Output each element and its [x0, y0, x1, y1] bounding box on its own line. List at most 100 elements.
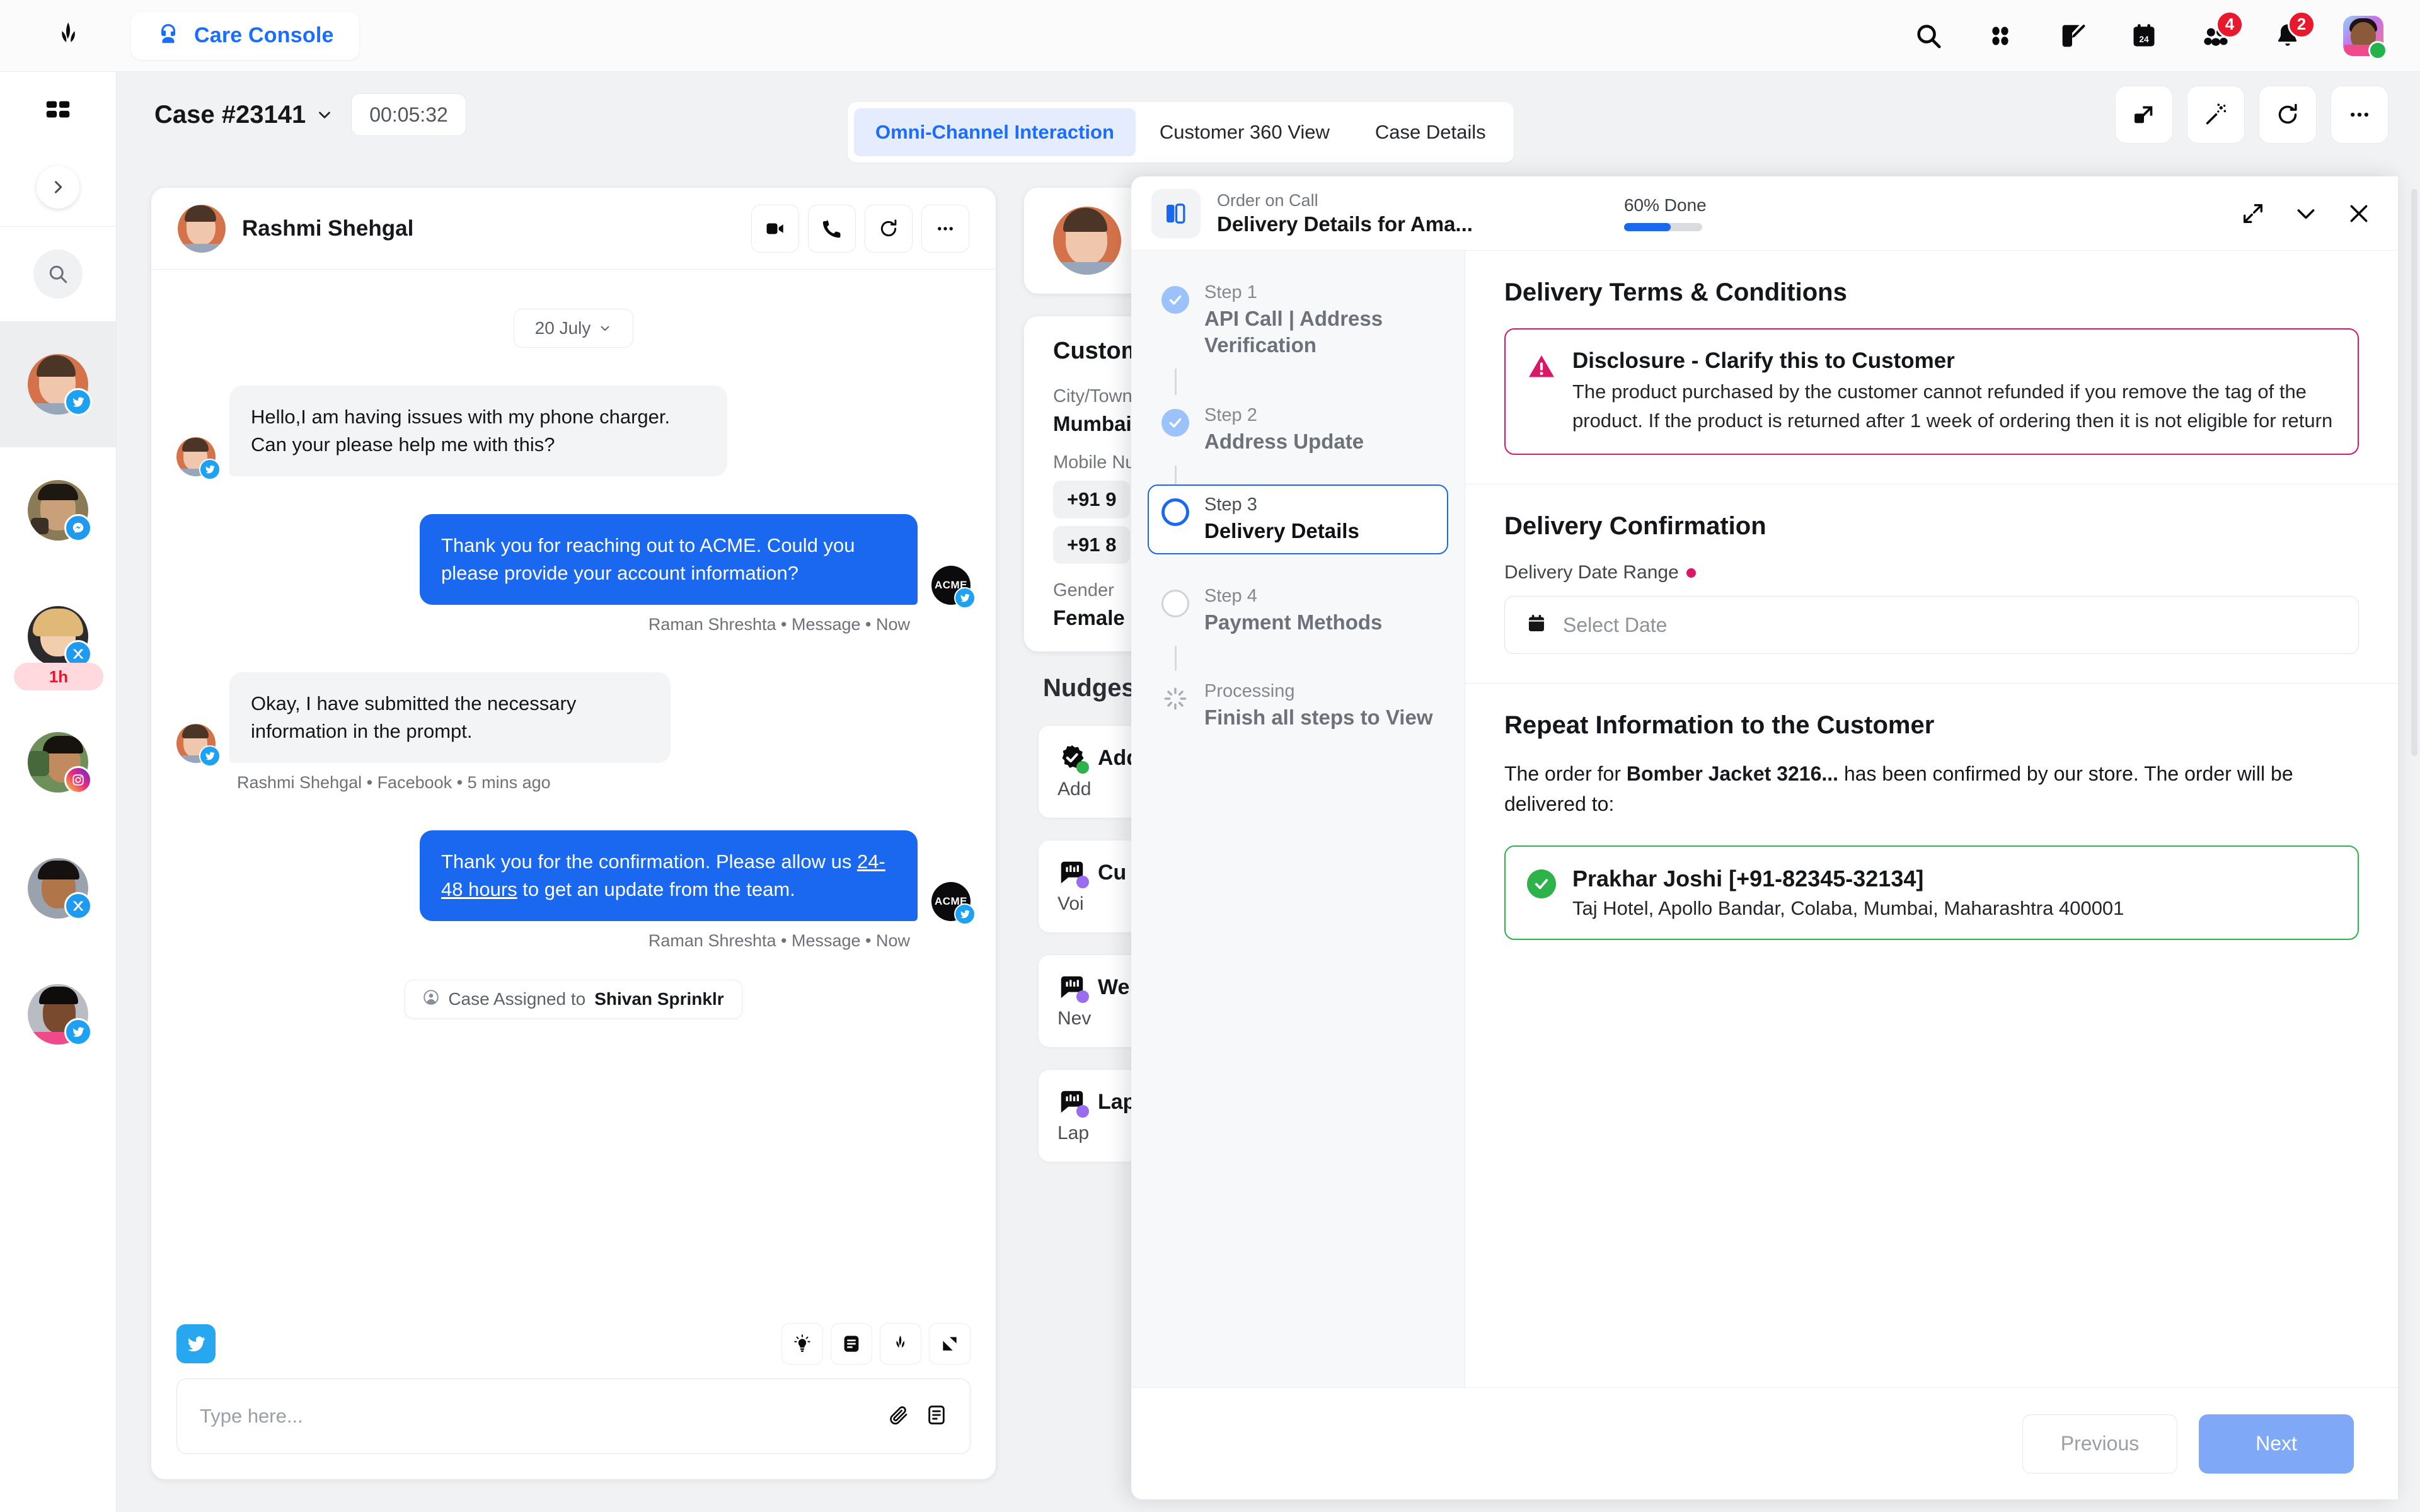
chevron-down-icon[interactable] — [2293, 201, 2319, 226]
tab-omni-channel-interaction[interactable]: Omni-Channel Interaction — [854, 108, 1136, 156]
left-rail: 1h — [0, 72, 117, 1512]
delivery-confirmation-section: Delivery Confirmation Delivery Date Rang… — [1465, 484, 2398, 684]
step-status-active-icon — [1161, 498, 1189, 526]
notes-icon[interactable] — [831, 1323, 872, 1365]
calendar-24-icon[interactable]: 24 — [2126, 18, 2162, 54]
rail-conversation-item[interactable] — [0, 699, 116, 825]
compose-edit-icon[interactable] — [2054, 18, 2090, 54]
knowledge-base-icon[interactable] — [929, 1323, 971, 1365]
refresh-icon[interactable] — [865, 204, 913, 253]
verified-badge-icon — [1057, 743, 1089, 774]
section-heading: Delivery Terms & Conditions — [1504, 278, 1847, 306]
messenger-icon — [64, 514, 92, 542]
message-input[interactable] — [200, 1405, 872, 1428]
refresh-icon[interactable] — [2259, 86, 2317, 144]
nudge-title: Cu — [1098, 860, 1127, 885]
magic-wand-icon[interactable] — [2187, 86, 2245, 144]
paperclip-icon[interactable] — [888, 1404, 909, 1429]
template-icon[interactable] — [926, 1404, 947, 1429]
chevron-down-icon[interactable] — [306, 96, 343, 134]
more-options-icon[interactable] — [921, 204, 969, 253]
order-text-before: The order for — [1504, 762, 1627, 786]
alert-body: The product purchased by the customer ca… — [1572, 381, 2333, 432]
modal-body: Step 1 API Call | Address Verification S… — [1131, 251, 2398, 1387]
rail-search-button[interactable] — [0, 227, 116, 321]
avatar — [176, 437, 221, 481]
step-item-3[interactable]: Step 3 Delivery Details — [1148, 484, 1448, 554]
twitter-icon[interactable] — [176, 1324, 216, 1363]
step-item-1[interactable]: Step 1 API Call | Address Verification — [1148, 272, 1448, 369]
search-icon[interactable] — [1911, 18, 1946, 54]
expand-diagonal-icon[interactable] — [2240, 201, 2266, 226]
care-console-button[interactable]: Care Console — [131, 11, 359, 60]
page-scrollbar[interactable] — [2411, 189, 2417, 756]
more-options-icon[interactable] — [2331, 86, 2388, 144]
check-circle-icon — [1527, 869, 1556, 899]
avatar[interactable] — [2342, 14, 2387, 60]
message-bubble: Thank you for the confirmation. Please a… — [420, 830, 918, 922]
modal-title-block: Order on Call Delivery Details for Ama..… — [1217, 191, 1473, 236]
next-button[interactable]: Next — [2199, 1414, 2354, 1474]
step-number: Step 3 — [1204, 494, 1257, 515]
step-item-processing[interactable]: Processing Finish all steps to View — [1148, 671, 1448, 741]
avatar — [1053, 207, 1121, 275]
people-badge: 4 — [2216, 10, 2244, 38]
rail-conversation-item[interactable] — [0, 321, 116, 447]
assignment-row: Case Assigned to Shivan Sprinklr — [176, 951, 971, 1019]
sidebar-expand-button[interactable] — [0, 147, 116, 226]
tab-customer-360-view[interactable]: Customer 360 View — [1138, 108, 1351, 156]
case-view-tabs: Omni-Channel Interaction Customer 360 Vi… — [848, 102, 1514, 163]
person-circle-icon — [423, 989, 439, 1010]
step-status-todo-icon — [1161, 589, 1189, 617]
step-title: Payment Methods — [1204, 610, 1383, 634]
people-icon[interactable]: 4 — [2198, 10, 2244, 54]
delivery-date-input[interactable]: Select Date — [1504, 596, 2359, 655]
avatar — [28, 984, 92, 1046]
tab-case-details[interactable]: Case Details — [1354, 108, 1507, 156]
dashboard-grid-icon[interactable] — [0, 72, 116, 147]
apps-grid-icon[interactable] — [1983, 18, 2018, 54]
alert-title: Disclosure - Clarify this to Customer — [1572, 348, 1955, 373]
step-number: Processing — [1204, 681, 1295, 702]
search-icon[interactable] — [33, 249, 83, 299]
rail-conversation-item[interactable] — [0, 825, 116, 951]
top-bar-actions: 24 4 2 — [1911, 10, 2420, 60]
rail-conversation-item[interactable]: 1h — [0, 573, 116, 699]
step-connector — [1175, 465, 1177, 484]
date-divider[interactable]: 20 July — [514, 309, 633, 348]
bell-icon[interactable]: 2 — [2270, 10, 2315, 54]
avatar — [28, 480, 92, 542]
delivery-terms-section: Delivery Terms & Conditions Disclosure -… — [1465, 251, 2398, 485]
open-in-new-icon[interactable] — [2115, 86, 2173, 144]
phone-call-icon[interactable] — [808, 204, 856, 253]
side-panel-icon[interactable] — [1151, 188, 1201, 238]
video-call-icon[interactable] — [751, 204, 799, 253]
page-title: Case #23141 — [154, 100, 306, 129]
rail-conversation-item[interactable] — [0, 447, 116, 573]
product-name: Bomber Jacket 3216... — [1626, 762, 1839, 786]
step-number: Step 2 — [1204, 405, 1257, 426]
disclosure-alert: Disclosure - Clarify this to Customer Th… — [1504, 328, 2359, 455]
step-item-2[interactable]: Step 2 Address Update — [1148, 395, 1448, 465]
step-item-4[interactable]: Step 4 Payment Methods — [1148, 576, 1448, 646]
twitter-icon — [199, 459, 221, 481]
close-icon[interactable] — [2346, 201, 2371, 226]
message-input-container[interactable] — [176, 1378, 971, 1454]
required-indicator — [1686, 568, 1696, 578]
sprinklr-ai-icon[interactable] — [880, 1323, 921, 1365]
care-console-app: Care Console 24 4 2 1h Case #23141 00:05… — [0, 0, 2420, 1512]
field-label-text: Delivery Date Range — [1504, 562, 1679, 583]
message-composer — [151, 1309, 996, 1479]
step-status-done-icon — [1161, 409, 1189, 437]
previous-button[interactable]: Previous — [2022, 1414, 2177, 1474]
step-number: Step 1 — [1204, 282, 1257, 302]
message-row: Hello,I am having issues with my phone c… — [176, 386, 971, 481]
step-title: Delivery Details — [1204, 518, 1359, 542]
twitter-icon — [199, 745, 221, 767]
chevron-right-icon[interactable] — [37, 165, 79, 209]
lightbulb-suggestion-icon[interactable] — [781, 1323, 823, 1365]
message-meta: Rashmi Shehgal • Facebook • 5 mins ago — [237, 773, 551, 793]
delivery-date-range-label: Delivery Date Range — [1504, 562, 2359, 583]
rail-conversation-item[interactable] — [0, 951, 116, 1077]
modal-header: Order on Call Delivery Details for Ama..… — [1131, 176, 2398, 251]
